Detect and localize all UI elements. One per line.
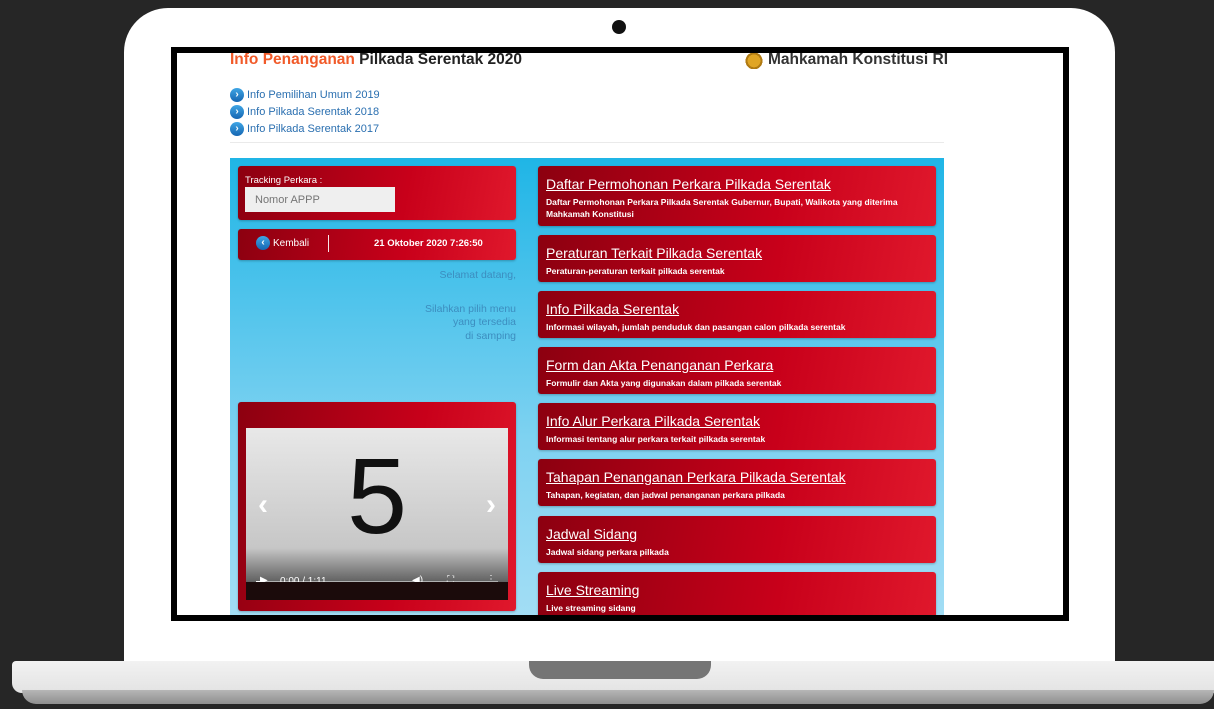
- menu-alur-perkara[interactable]: Info Alur Perkara Pilkada Serentak Infor…: [538, 403, 936, 450]
- menu-tahapan[interactable]: Tahapan Penanganan Perkara Pilkada Seren…: [538, 459, 936, 506]
- welcome-line-2: Silahkan pilih menu: [424, 302, 516, 315]
- menu-daftar-permohonan[interactable]: Daftar Permohonan Perkara Pilkada Serent…: [538, 166, 936, 226]
- laptop-screen: Info Penanganan Pilkada Serentak 2020 Ma…: [171, 47, 1069, 621]
- laptop-notch: [529, 661, 711, 679]
- menu-title: Jadwal Sidang: [546, 526, 638, 542]
- link-pilkada-2017[interactable]: › Info Pilkada Serentak 2017: [230, 120, 380, 137]
- browser-viewport: Info Penanganan Pilkada Serentak 2020 Ma…: [177, 53, 1063, 615]
- menu-desc: Jadwal sidang perkara pilkada: [546, 547, 669, 557]
- menu-desc: Informasi tentang alur perkara terkait p…: [546, 434, 766, 444]
- welcome-line-4: di samping: [465, 329, 516, 342]
- link-label: Info Pilkada Serentak 2018: [247, 105, 380, 118]
- arrow-left-icon: ‹: [256, 236, 270, 250]
- tracking-label: Tracking Perkara :: [245, 175, 323, 186]
- menu-desc: Informasi wilayah, jumlah penduduk dan p…: [546, 322, 846, 332]
- tracking-input[interactable]: [245, 187, 395, 212]
- menu-desc: Formulir dan Akta yang digunakan dalam p…: [546, 378, 782, 388]
- menu-peraturan[interactable]: Peraturan Terkait Pilkada Serentak Perat…: [538, 235, 936, 282]
- page-title: Info Penanganan Pilkada Serentak 2020: [230, 53, 522, 69]
- link-label: Info Pilkada Serentak 2017: [247, 122, 380, 135]
- video-frame: 5 ‹ › ▶ 0:00 / 1:11 ◀) ⛶ ⋮: [238, 402, 516, 611]
- slide-number: 5: [346, 435, 408, 556]
- current-datetime: 21 Oktober 2020 7:26:50: [374, 238, 483, 249]
- tracking-box: Tracking Perkara :: [238, 166, 516, 220]
- nav-bar: ‹ Kembali 21 Oktober 2020 7:26:50: [238, 229, 516, 260]
- menu-title: Form dan Akta Penanganan Perkara: [546, 357, 774, 373]
- menu-desc: Daftar Permohonan Perkara Pilkada Serent…: [546, 197, 898, 219]
- chevron-right-icon[interactable]: ›: [486, 488, 496, 522]
- menu-live-streaming[interactable]: Live Streaming Live streaming sidang: [538, 572, 936, 615]
- nav-separator: [328, 235, 329, 252]
- garuda-emblem-icon: [744, 53, 764, 69]
- arrow-right-icon: ›: [230, 104, 244, 119]
- link-pemilu-2019[interactable]: › Info Pemilihan Umum 2019: [230, 86, 380, 103]
- title-accent: Info Penanganan: [230, 53, 355, 68]
- title-rest: Pilkada Serentak 2020: [354, 53, 523, 68]
- chevron-left-icon[interactable]: ‹: [258, 488, 268, 522]
- video-bottom-bar: [246, 582, 508, 600]
- menu-desc: Tahapan, kegiatan, dan jadwal penanganan…: [546, 490, 785, 500]
- menu-title: Daftar Permohonan Perkara Pilkada Serent…: [546, 176, 831, 192]
- menu-jadwal-sidang[interactable]: Jadwal Sidang Jadwal sidang perkara pilk…: [538, 516, 936, 563]
- welcome-line-3: yang tersedia: [452, 316, 516, 328]
- menu-form-akta[interactable]: Form dan Akta Penanganan Perkara Formuli…: [538, 347, 936, 394]
- link-label: Info Pemilihan Umum 2019: [247, 88, 380, 101]
- camera-icon: [612, 20, 626, 34]
- institution-name: Mahkamah Konstitusi RI: [768, 53, 948, 68]
- divider: [230, 142, 944, 143]
- menu-desc: Peraturan-peraturan terkait pilkada sere…: [546, 266, 725, 276]
- link-pilkada-2018[interactable]: › Info Pilkada Serentak 2018: [230, 103, 380, 120]
- back-button[interactable]: ‹ Kembali: [256, 236, 309, 250]
- archive-links: › Info Pemilihan Umum 2019 › Info Pilkada …: [230, 86, 380, 137]
- back-label: Kembali: [273, 237, 310, 249]
- menu-title: Info Alur Perkara Pilkada Serentak: [546, 413, 761, 429]
- menu-info-pilkada[interactable]: Info Pilkada Serentak Informasi wilayah,…: [538, 291, 936, 338]
- menu-title: Live Streaming: [546, 582, 640, 598]
- arrow-right-icon: ›: [230, 87, 244, 102]
- menu-desc: Live streaming sidang: [546, 603, 636, 613]
- menu-title: Tahapan Penanganan Perkara Pilkada Seren…: [546, 469, 846, 485]
- video-player[interactable]: 5 ‹ › ▶ 0:00 / 1:11 ◀) ⛶ ⋮: [246, 428, 508, 600]
- menu-title: Peraturan Terkait Pilkada Serentak: [546, 245, 763, 261]
- menu-title: Info Pilkada Serentak: [546, 301, 680, 317]
- welcome-text: Selamat datang, Silahkan pilih menu yang…: [337, 269, 516, 343]
- institution-header: Mahkamah Konstitusi RI: [744, 53, 948, 69]
- welcome-line-1: Selamat datang,: [439, 269, 516, 281]
- arrow-right-icon: ›: [230, 121, 244, 136]
- laptop-base-shadow: [22, 690, 1214, 704]
